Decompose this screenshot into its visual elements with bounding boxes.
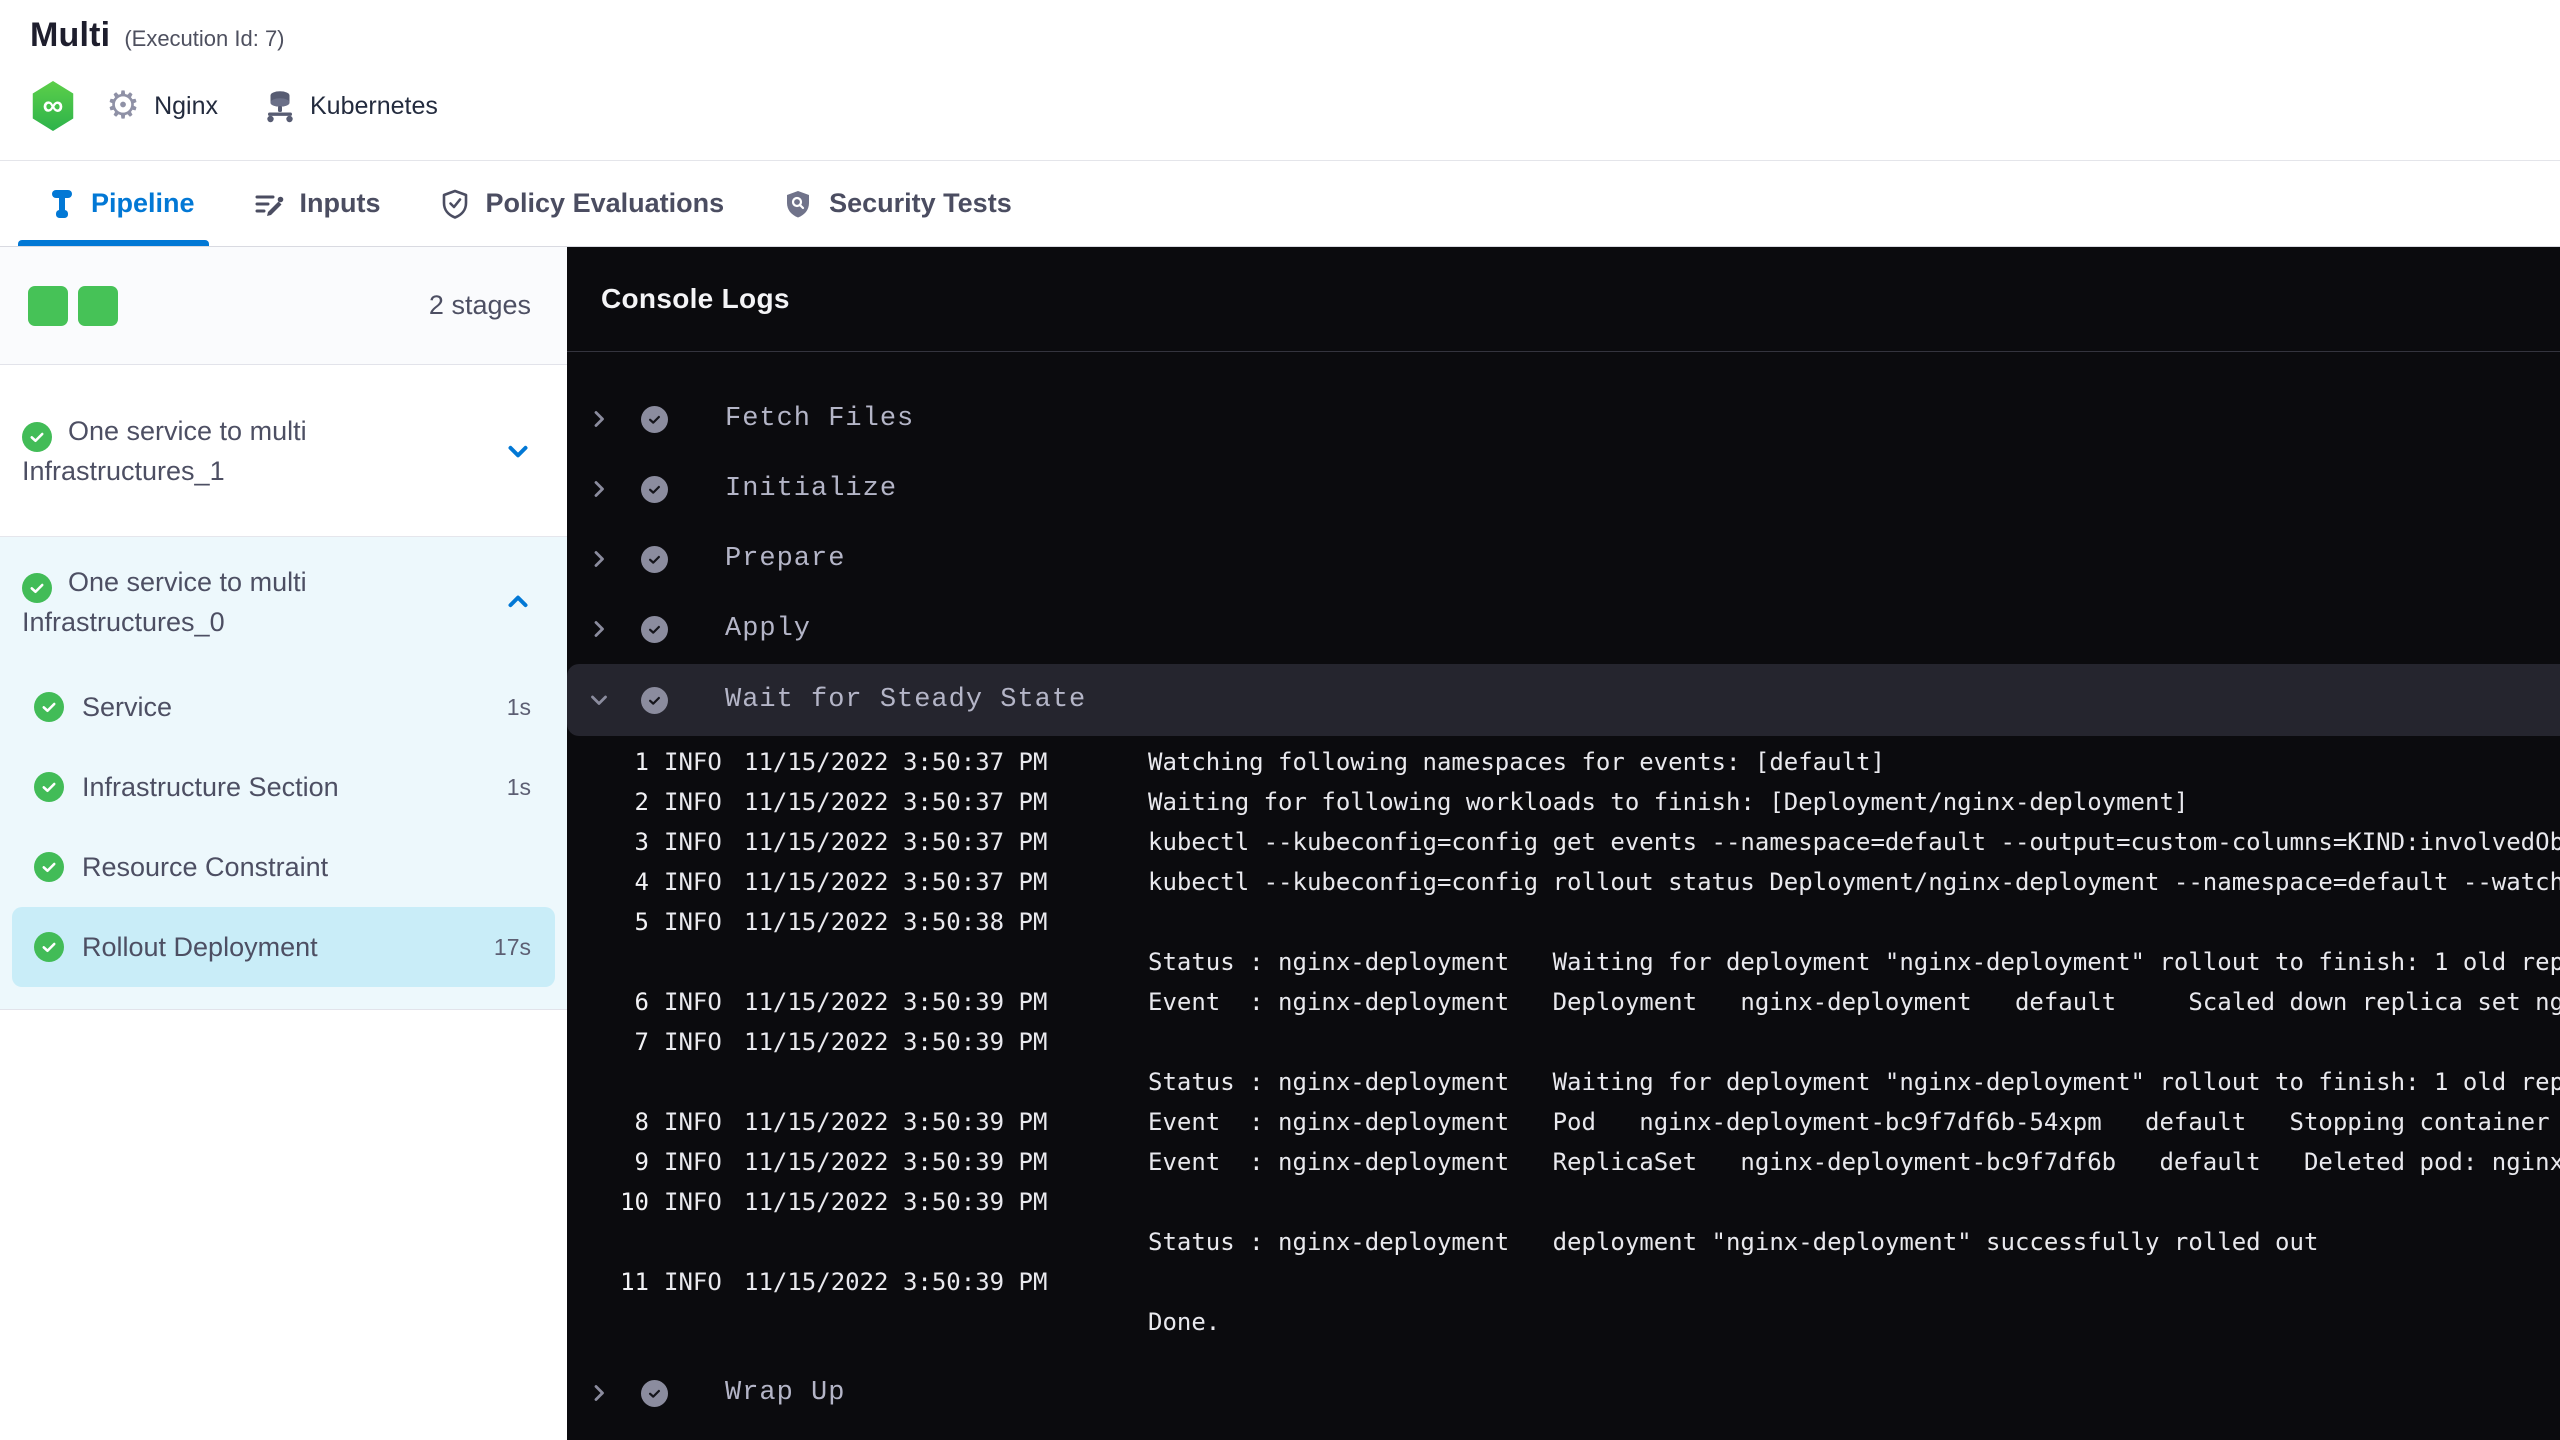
tab-security-tests[interactable]: Security Tests [782,161,1012,246]
log-line: 1 INFO 11/15/2022 3:50:37 PM Watching follo… [634,748,1885,776]
section-title: Apply [725,614,812,644]
section-title: Prepare [725,544,846,574]
log-line: 5 INFO 11/15/2022 3:50:38 PM [634,908,1048,936]
pipeline-execution-page: Multi (Execution Id: 7) ∞ ⚙ Nginx Kubern… [0,0,2560,1440]
shield-check-icon [439,188,471,220]
success-check-icon [641,615,668,643]
success-check-icon [34,932,64,962]
expanded-stage-group: One service to multi Infrastructures_0 S… [0,537,567,1010]
environment-name: Kubernetes [310,91,438,120]
title-row: Multi (Execution Id: 7) [30,16,2560,55]
chevron-down-icon[interactable] [503,436,533,466]
section-title: Wrap Up [725,1378,846,1408]
pipeline-icon [48,188,76,220]
stage-row-infrastructures-0[interactable]: One service to multi Infrastructures_0 [0,537,567,667]
page-header: Multi (Execution Id: 7) ∞ ⚙ Nginx Kubern… [0,0,2560,160]
chevron-right-icon [587,477,611,501]
success-check-icon [34,692,64,722]
chevron-down-icon [587,688,611,712]
log-section-initialize[interactable]: Initialize [567,454,2560,524]
success-check-icon [641,686,668,714]
success-check-icon [641,405,668,433]
stage-status-square [28,285,68,326]
stages-count: 2 stages [428,290,531,320]
step-duration: 1s [506,693,531,720]
section-title: Initialize [725,474,898,504]
execution-id: (Execution Id: 7) [124,26,285,51]
stage-status-square [78,285,118,326]
service-name: Nginx [154,91,218,120]
tab-label: Pipeline [91,188,195,218]
stage-row-infrastructures-1[interactable]: One service to multi Infrastructures_1 [0,365,567,537]
section-title: Fetch Files [725,404,915,434]
log-section-wait-for-steady-state[interactable]: Wait for Steady State [567,664,2560,736]
tab-inputs[interactable]: Inputs [253,161,381,246]
chevron-right-icon [587,1381,611,1405]
console-body: Fetch Files Initialize Prepare Apply Wai… [567,352,2560,1428]
execution-tabbar: Pipeline Inputs Policy Evaluations Secur… [0,160,2560,247]
section-title: Wait for Steady State [725,685,1087,715]
stage-name: One service to multi Infrastructures_1 [22,415,307,486]
log-line-continuation: Status : nginx-deployment deployment "ng… [1148,1228,2319,1256]
log-section-prepare[interactable]: Prepare [567,524,2560,594]
step-label: Service [82,691,173,722]
tab-label: Inputs [299,188,381,218]
step-label: Rollout Deployment [82,931,318,962]
shield-scan-icon [782,188,814,220]
success-check-icon [34,772,64,802]
log-line: 4 INFO 11/15/2022 3:50:37 PM kubectl --kube… [634,868,2560,896]
harness-cd-stage-icon: ∞ [32,81,74,131]
success-check-icon [22,573,52,603]
environment-icon [264,89,296,123]
success-check-icon [641,1379,668,1407]
content-split: 2 stages One service to multi Infrastruc… [0,247,2560,1440]
tab-pipeline[interactable]: Pipeline [18,161,209,246]
log-line: 2 INFO 11/15/2022 3:50:37 PM Waiting for fo… [634,788,2189,816]
step-label: Infrastructure Section [82,771,339,802]
log-section-wrap-up[interactable]: Wrap Up [567,1358,2560,1428]
console-title: Console Logs [601,283,790,314]
log-line: 8 INFO 11/15/2022 3:50:39 PM Event : nginx-… [634,1108,2550,1136]
log-line-continuation: Status : nginx-deployment Waiting for de… [1148,1068,2560,1096]
log-line: 6 INFO 11/15/2022 3:50:39 PM Event : nginx-… [634,988,2560,1016]
chevron-up-icon[interactable] [503,587,533,617]
chevron-right-icon [587,617,611,641]
stages-sidebar: 2 stages One service to multi Infrastruc… [0,247,567,1440]
step-label: Resource Constraint [82,851,329,882]
tab-policy-evaluations[interactable]: Policy Evaluations [439,161,725,246]
success-check-icon [22,421,52,452]
step-row-service[interactable]: Service 1s [0,667,567,747]
log-line-continuation: Status : nginx-deployment Waiting for de… [1148,948,2560,976]
success-check-icon [641,475,668,503]
service-environment-row: ∞ ⚙ Nginx Kubernetes [30,81,2560,131]
log-line: 3 INFO 11/15/2022 3:50:37 PM kubectl --kube… [634,828,2560,856]
console-panel: Console Logs Fetch Files Initialize Prep… [567,247,2560,1440]
service-gear-icon: ⚙ [106,85,141,127]
log-list: 1 INFO 11/15/2022 3:50:37 PM Watching follo… [567,742,2560,1342]
page-title: Multi [30,16,111,54]
log-line: 10 INFO 11/15/2022 3:50:39 PM [620,1188,1048,1216]
tab-label: Policy Evaluations [485,188,725,218]
step-duration: 1s [506,773,531,800]
log-line: 9 INFO 11/15/2022 3:50:39 PM Event : nginx-… [634,1148,2560,1176]
step-row-resource-constraint[interactable]: Resource Constraint [0,827,567,907]
stages-summary: 2 stages [0,247,567,365]
console-header: Console Logs [567,247,2560,352]
log-line-continuation: Done. [1148,1308,1221,1336]
success-check-icon [641,545,668,573]
chevron-right-icon [587,407,611,431]
step-row-rollout-deployment[interactable]: Rollout Deployment 17s [12,907,555,987]
success-check-icon [34,852,64,882]
log-section-fetch-files[interactable]: Fetch Files [567,384,2560,454]
step-row-infrastructure-section[interactable]: Infrastructure Section 1s [0,747,567,827]
step-duration: 17s [493,933,531,960]
tab-label: Security Tests [829,188,1012,218]
log-line: 11 INFO 11/15/2022 3:50:39 PM [620,1268,1048,1296]
chevron-right-icon [587,547,611,571]
inputs-edit-icon [253,188,285,220]
stage-name: One service to multi Infrastructures_0 [22,567,307,637]
log-section-apply[interactable]: Apply [567,594,2560,664]
log-line: 7 INFO 11/15/2022 3:50:39 PM [634,1028,1048,1056]
